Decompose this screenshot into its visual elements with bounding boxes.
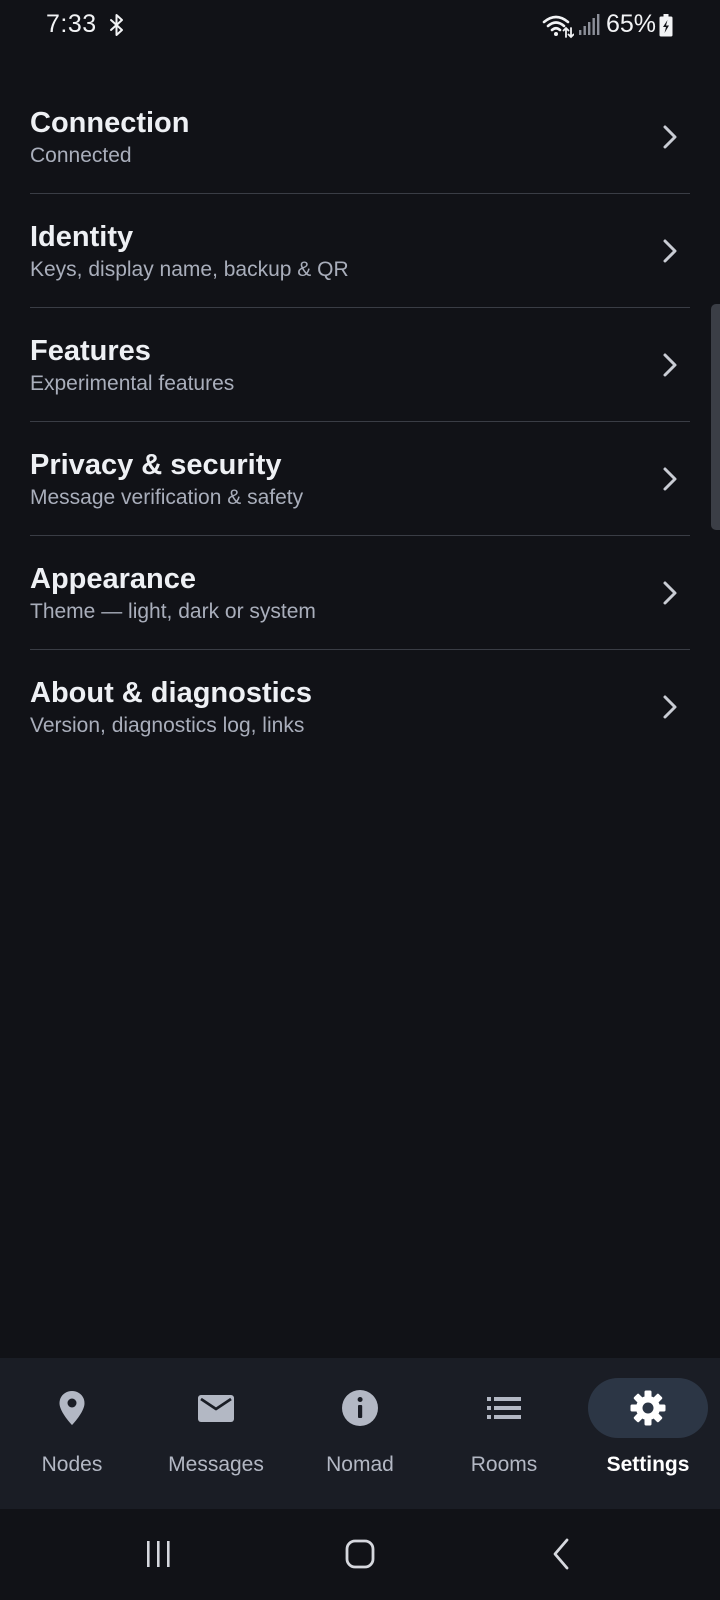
settings-item-title: About & diagnostics bbox=[30, 677, 312, 709]
nav-item-rooms[interactable]: Rooms bbox=[432, 1358, 576, 1509]
status-time: 7:33 bbox=[46, 10, 97, 38]
settings-item-connection[interactable]: Connection Connected bbox=[30, 80, 690, 194]
nav-item-messages[interactable]: Messages bbox=[144, 1358, 288, 1509]
settings-list: Connection Connected Identity Keys, disp… bbox=[0, 80, 720, 764]
nav-item-settings[interactable]: Settings bbox=[576, 1358, 720, 1509]
bottom-navigation: Nodes Messages Nomad Rooms Settings bbox=[0, 1358, 720, 1509]
settings-item-title: Features bbox=[30, 335, 151, 367]
status-bar: 7:33 65% bbox=[0, 0, 720, 52]
settings-item-subtitle: Theme — light, dark or system bbox=[30, 600, 316, 623]
nav-label: Nomad bbox=[326, 1453, 394, 1476]
nav-label: Messages bbox=[168, 1453, 264, 1476]
settings-item-subtitle: Version, diagnostics log, links bbox=[30, 714, 305, 737]
settings-item-subtitle: Connected bbox=[30, 144, 132, 167]
nav-label: Settings bbox=[606, 1453, 690, 1476]
settings-item-subtitle: Experimental features bbox=[30, 372, 235, 395]
signal-icon bbox=[579, 14, 600, 35]
chevron-right-icon bbox=[663, 581, 677, 605]
settings-item-title: Appearance bbox=[30, 563, 197, 595]
battery-charging-icon bbox=[659, 14, 673, 37]
chevron-right-icon bbox=[663, 125, 677, 149]
chevron-right-icon bbox=[663, 239, 677, 263]
nav-item-nodes[interactable]: Nodes bbox=[0, 1358, 144, 1509]
settings-item-title: Connection bbox=[30, 107, 190, 139]
recents-icon[interactable] bbox=[133, 1531, 183, 1579]
nav-item-nomad[interactable]: Nomad bbox=[288, 1358, 432, 1509]
back-icon[interactable] bbox=[538, 1531, 588, 1579]
settings-item-title: Privacy & security bbox=[30, 449, 282, 481]
chevron-right-icon bbox=[663, 695, 677, 719]
nav-label: Rooms bbox=[470, 1453, 538, 1476]
bluetooth-icon bbox=[110, 14, 123, 36]
system-navigation-bar bbox=[0, 1509, 720, 1600]
chevron-right-icon bbox=[663, 467, 677, 491]
settings-item-features[interactable]: Features Experimental features bbox=[30, 308, 690, 422]
location-pin-icon bbox=[59, 1391, 85, 1425]
settings-item-privacy-security[interactable]: Privacy & security Message verification … bbox=[30, 422, 690, 536]
home-icon[interactable] bbox=[335, 1531, 385, 1579]
info-icon bbox=[342, 1390, 378, 1426]
nav-label: Nodes bbox=[41, 1453, 103, 1476]
battery-percentage: 65% bbox=[606, 10, 657, 38]
settings-screen: 7:33 65% Connection Connected Identity K… bbox=[0, 0, 720, 1600]
settings-item-subtitle: Keys, display name, backup & QR bbox=[30, 258, 349, 281]
gear-icon bbox=[630, 1390, 666, 1426]
settings-item-about-diagnostics[interactable]: About & diagnostics Version, diagnostics… bbox=[30, 650, 690, 764]
settings-item-appearance[interactable]: Appearance Theme — light, dark or system bbox=[30, 536, 690, 650]
wifi-icon bbox=[542, 15, 574, 39]
list-icon bbox=[487, 1397, 521, 1419]
settings-item-title: Identity bbox=[30, 221, 134, 253]
chevron-right-icon bbox=[663, 353, 677, 377]
scroll-indicator[interactable] bbox=[711, 304, 720, 530]
settings-item-subtitle: Message verification & safety bbox=[30, 486, 304, 509]
mail-icon bbox=[198, 1395, 234, 1422]
settings-item-identity[interactable]: Identity Keys, display name, backup & QR bbox=[30, 194, 690, 308]
